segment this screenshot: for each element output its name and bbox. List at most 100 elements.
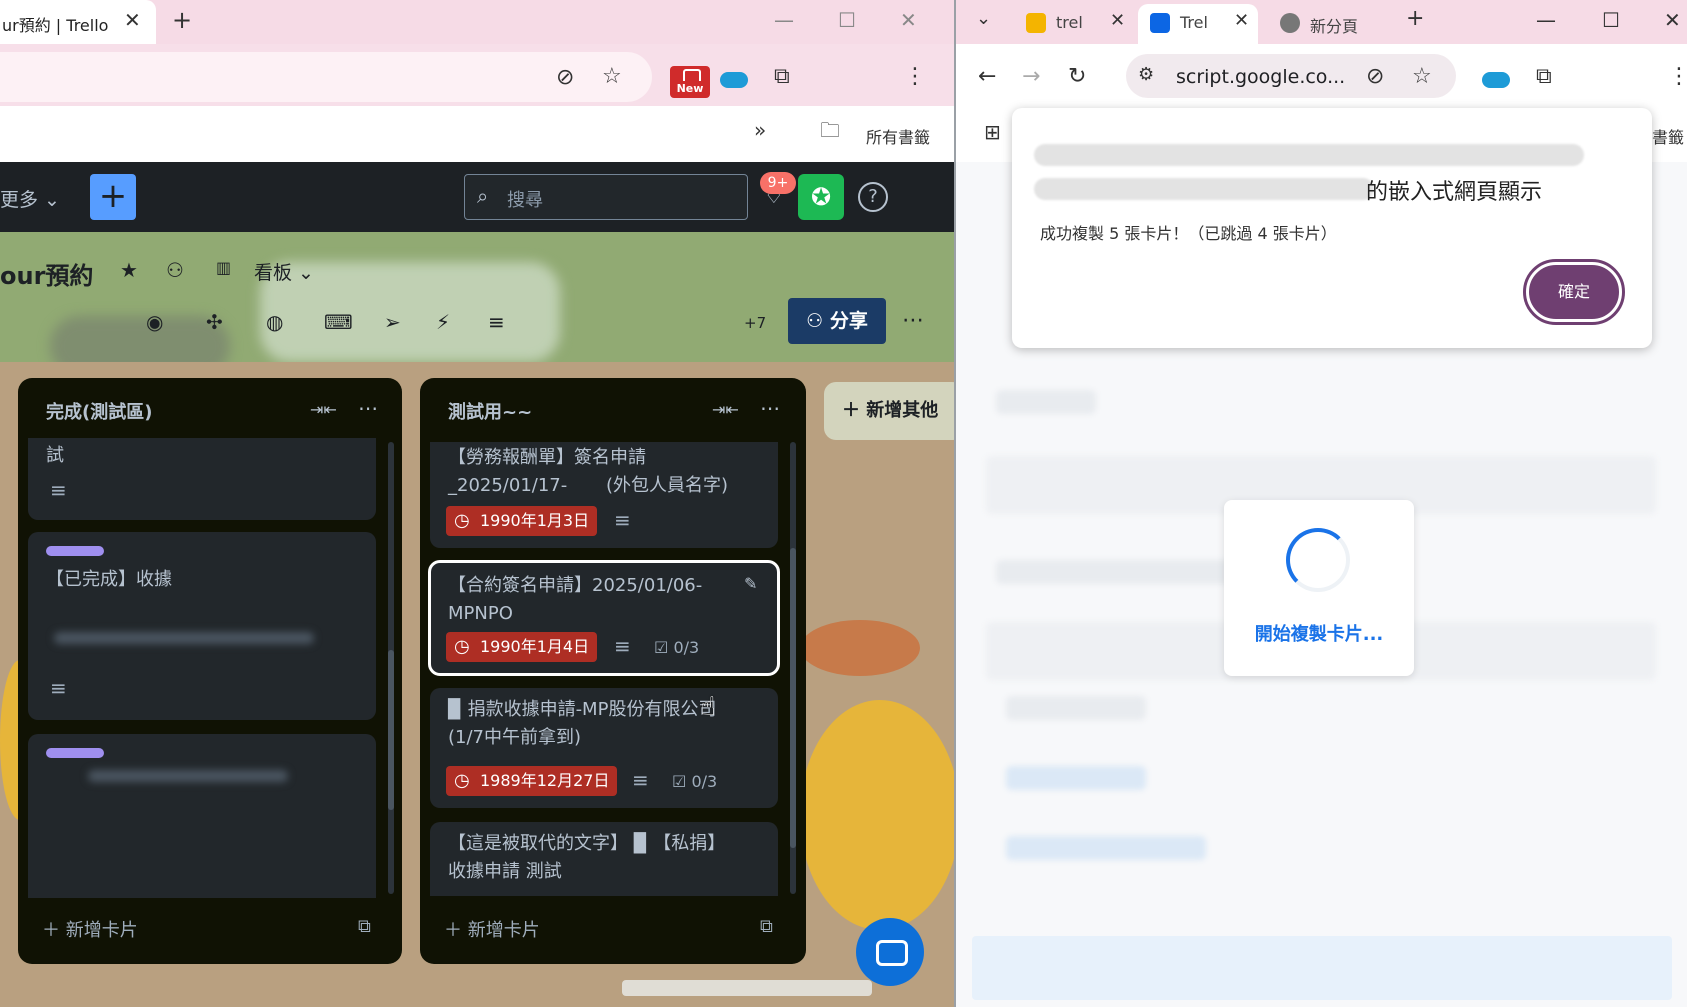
list-scrollbar-thumb[interactable] <box>790 548 796 848</box>
close-window-icon[interactable]: ✕ <box>900 8 917 32</box>
watch-icon[interactable]: ◉ <box>146 310 163 334</box>
add-list-button[interactable]: ＋ 新增其他 <box>824 382 954 440</box>
card-template-icon[interactable]: ⧉ <box>760 916 773 937</box>
card[interactable]: 【這是被取代的文字】 ▉ 【私捐】 收據申請 測試 <box>430 822 778 896</box>
tab-trello-1[interactable]: trel ✕ <box>1014 4 1134 44</box>
star-icon[interactable]: ★ <box>120 258 138 282</box>
more-menu[interactable]: 更多 ⌄ <box>0 185 60 212</box>
back-icon[interactable]: ← <box>978 66 996 88</box>
extensions-icon[interactable]: ⧉ <box>1536 66 1552 88</box>
card-label[interactable] <box>46 546 104 556</box>
close-icon[interactable]: ✕ <box>1234 10 1249 31</box>
create-button[interactable]: + <box>90 174 136 220</box>
list-menu-icon[interactable]: ⋯ <box>760 396 780 420</box>
board-title[interactable]: our預約 <box>0 256 93 291</box>
tab-trello-2[interactable]: Trel ✕ <box>1138 4 1258 44</box>
collapse-icon[interactable]: ⇥⇤ <box>712 400 739 419</box>
filter-icon[interactable]: ≡ <box>488 310 505 334</box>
due-date-badge[interactable]: ◷ 1990年1月4日 <box>446 632 598 662</box>
send-icon[interactable]: ➢ <box>384 310 401 334</box>
tab-new-tab[interactable]: 新分頁 <box>1270 4 1400 44</box>
chrome-favicon-icon <box>1280 13 1300 33</box>
salesforce-icon[interactable] <box>1482 72 1510 88</box>
card-title-line: 【這是被取代的文字】 ▉ 【私捐】 <box>448 833 726 854</box>
apps-grid-icon[interactable]: ⊞ <box>984 122 1001 142</box>
card[interactable]: 試 ≡ <box>28 438 376 520</box>
power-up-icon[interactable]: ◍ <box>266 310 283 334</box>
due-date-badge[interactable]: ◷ 1989年12月27日 <box>446 766 618 796</box>
help-icon[interactable]: ? <box>858 182 888 212</box>
share-button[interactable]: ⚇ 分享 <box>788 298 886 344</box>
list-scrollbar-thumb[interactable] <box>388 650 394 810</box>
loading-panel: 開始複製卡片... <box>1224 500 1414 676</box>
power-up-app-icon[interactable]: ✪ <box>798 174 844 220</box>
redacted-submit-button[interactable] <box>972 936 1672 1000</box>
edit-pencil-icon[interactable]: ✎ <box>744 576 757 592</box>
bookmark-star-icon[interactable]: ☆ <box>602 66 622 88</box>
apps-script-favicon-icon <box>1026 13 1046 33</box>
dialog-ok-button[interactable]: 確定 <box>1523 259 1625 325</box>
card-title-line: (外包人員名字) <box>606 475 729 496</box>
description-icon: ≡ <box>632 768 649 792</box>
chat-support-icon[interactable] <box>856 918 924 986</box>
card-template-icon[interactable]: ⧉ <box>358 916 371 937</box>
card-label[interactable] <box>46 748 104 758</box>
add-card-label: 新增卡片 <box>467 920 540 941</box>
tab-title: trel <box>1056 13 1083 32</box>
card-title-line: 【合約簽名申請】2025/01/06- <box>448 575 703 596</box>
team-visibility-icon[interactable]: ⚇ <box>166 258 184 282</box>
list-title[interactable]: 完成(測試區) <box>46 398 152 424</box>
new-tab-icon[interactable]: + <box>1406 8 1424 30</box>
extensions-icon[interactable]: ⧉ <box>774 66 790 88</box>
tab-title: Trel <box>1180 13 1208 32</box>
redacted-form-label <box>996 560 1236 584</box>
minimize-icon[interactable]: — <box>1536 8 1556 32</box>
card[interactable]: 【已完成】收據 ≡ <box>28 532 376 720</box>
extension-new-icon[interactable]: New <box>670 66 710 98</box>
new-tab-icon[interactable]: + <box>172 6 192 34</box>
maximize-icon[interactable]: ☐ <box>838 8 856 32</box>
address-url[interactable]: script.google.co... <box>1176 66 1345 88</box>
tab-trello-board[interactable]: ur預約 | Trello ✕ <box>0 0 156 44</box>
forward-icon[interactable]: → <box>1022 66 1040 88</box>
checklist-count: 0/3 <box>673 638 700 657</box>
close-icon[interactable]: ✕ <box>1110 10 1125 31</box>
close-window-icon[interactable]: ✕ <box>1664 8 1681 32</box>
list-title[interactable]: 測試用~~ <box>448 398 532 424</box>
reload-icon[interactable]: ↻ <box>1068 66 1086 88</box>
maximize-icon[interactable]: ☐ <box>1602 8 1620 32</box>
minimize-icon[interactable]: — <box>774 8 794 32</box>
list-done-test: 完成(測試區) ⇥⇤ ⋯ 試 ≡ 【已完成】收據 ≡ ＋ 新增卡片 ⧉ <box>18 378 402 964</box>
close-icon[interactable]: ✕ <box>124 8 141 32</box>
address-bar[interactable] <box>0 52 652 102</box>
menu-icon[interactable]: ⋮ <box>904 66 926 88</box>
due-date-badge[interactable]: ◷ 1990年1月3日 <box>446 506 598 536</box>
chevron-overflow-icon[interactable]: » <box>754 120 766 140</box>
all-bookmarks-label[interactable]: 所有書籤 <box>866 124 930 148</box>
bookmark-star-icon[interactable]: ☆ <box>1412 66 1432 88</box>
keyboard-icon[interactable]: ⌨ <box>324 310 353 334</box>
slack-icon[interactable]: ✣ <box>206 310 223 334</box>
automation-icon[interactable]: ⚡ <box>436 310 450 334</box>
search-input[interactable]: ⌕ 搜尋 <box>464 174 748 220</box>
eye-off-icon[interactable]: ⊘ <box>556 67 574 89</box>
eye-off-icon[interactable]: ⊘ <box>1366 66 1384 88</box>
add-card-button[interactable]: ＋ 新增卡片 <box>444 916 540 942</box>
board-horizontal-scrollbar[interactable] <box>622 980 872 996</box>
board-view-switcher[interactable]: 看板 ⌄ <box>254 258 314 285</box>
salesforce-icon[interactable] <box>720 72 748 88</box>
add-card-button[interactable]: ＋ 新增卡片 <box>42 916 138 942</box>
card[interactable] <box>28 734 376 898</box>
site-info-icon[interactable]: ⚙ <box>1138 66 1154 84</box>
tab-search-chevron-icon[interactable]: ⌄ <box>976 10 991 28</box>
list-testing: 測試用~~ ⇥⇤ ⋯ 【勞務報酬單】簽名申請 _2025/01/17- (外包人… <box>420 378 806 964</box>
list-menu-icon[interactable]: ⋯ <box>358 396 378 420</box>
member-overflow-count[interactable]: +7 <box>744 314 766 332</box>
card[interactable]: 【勞務報酬單】簽名申請 _2025/01/17- (外包人員名字) ◷ 1990年… <box>430 442 778 548</box>
card[interactable]: ▉ 捐款收據申請-MP股份有限公司 (1/7中午前拿到) ◷ 1989年12月27… <box>430 688 778 808</box>
card-selected[interactable]: 【合約簽名申請】2025/01/06- MPNPO ✎ ◷ 1990年1月4日 ≡… <box>428 560 780 676</box>
board-menu-icon[interactable]: ⋯ <box>902 308 924 333</box>
bookmarks-label[interactable]: 書籤 <box>1652 124 1684 148</box>
collapse-icon[interactable]: ⇥⇤ <box>310 400 337 419</box>
menu-icon[interactable]: ⋮ <box>1668 66 1687 88</box>
